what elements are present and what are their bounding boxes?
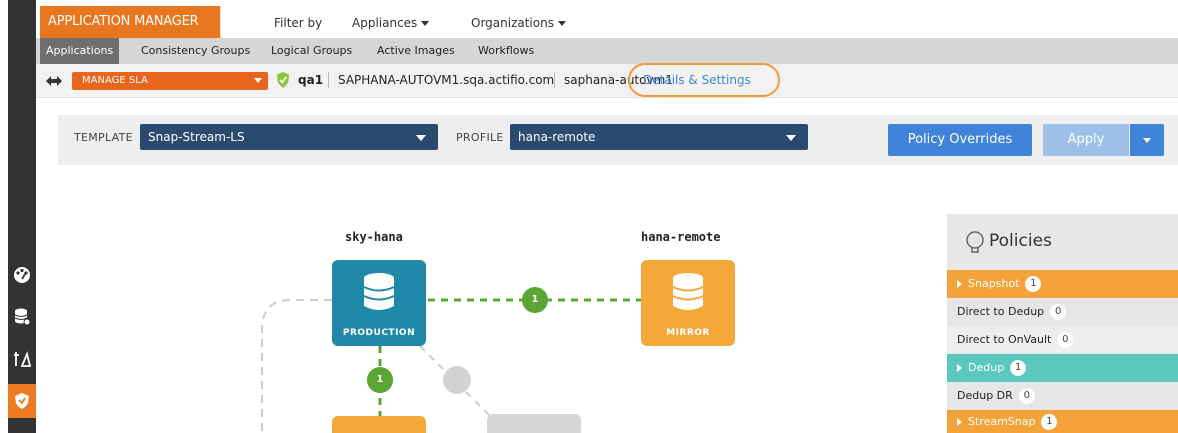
policy-row-direct-to-dedup[interactable]: Direct to Dedup 0 <box>947 298 1178 326</box>
app-window: APPLICATION MANAGER Filter by Appliances… <box>0 0 1178 433</box>
link-badge[interactable]: 1 <box>522 287 548 313</box>
policy-row-streamsnap[interactable]: StreamSnap 1 <box>947 410 1178 433</box>
lightbulb-icon <box>966 231 984 253</box>
policy-label: Dedup DR <box>957 389 1013 402</box>
production-label: PRODUCTION <box>342 328 416 338</box>
policy-row-snapshot[interactable]: Snapshot 1 <box>947 270 1178 298</box>
inactive-link-dot[interactable] <box>443 366 471 394</box>
policies-header: Policies <box>947 214 1178 270</box>
policy-count: 1 <box>1010 360 1027 376</box>
expand-arrow-icon <box>957 280 962 288</box>
policy-label: StreamSnap <box>968 415 1036 428</box>
policy-row-direct-to-onvault[interactable]: Direct to OnVault 0 <box>947 326 1178 354</box>
policy-label: Direct to Dedup <box>957 305 1045 318</box>
policy-label: Dedup <box>968 361 1005 374</box>
production-node[interactable]: PRODUCTION <box>332 260 426 346</box>
target-node-title: hana-remote <box>641 230 721 244</box>
database-icon <box>363 273 395 310</box>
policy-label: Snapshot <box>968 277 1020 290</box>
policies-panel: Policies Snapshot 1 Direct to Dedup 0 Dire… <box>947 214 1178 433</box>
mirror-node[interactable]: MIRROR <box>641 260 735 346</box>
lower-orange-node[interactable] <box>332 416 426 433</box>
policy-count: 1 <box>1041 414 1058 430</box>
policy-label: Direct to OnVault <box>957 333 1052 346</box>
lower-gray-node[interactable] <box>487 414 581 433</box>
expand-arrow-icon <box>957 364 962 372</box>
mirror-label: MIRROR <box>666 328 710 338</box>
policy-count: 0 <box>1057 332 1074 348</box>
policy-count: 0 <box>1018 388 1035 404</box>
link-badge[interactable]: 1 <box>367 367 393 393</box>
expand-arrow-icon <box>957 418 962 426</box>
policy-count: 1 <box>1025 276 1042 292</box>
database-icon <box>672 273 704 310</box>
policy-count: 0 <box>1050 304 1067 320</box>
policy-row-dedup-dr[interactable]: Dedup DR 0 <box>947 382 1178 410</box>
policies-title: Policies <box>989 231 1052 251</box>
policy-row-dedup[interactable]: Dedup 1 <box>947 354 1178 382</box>
source-node-title: sky-hana <box>345 230 403 244</box>
